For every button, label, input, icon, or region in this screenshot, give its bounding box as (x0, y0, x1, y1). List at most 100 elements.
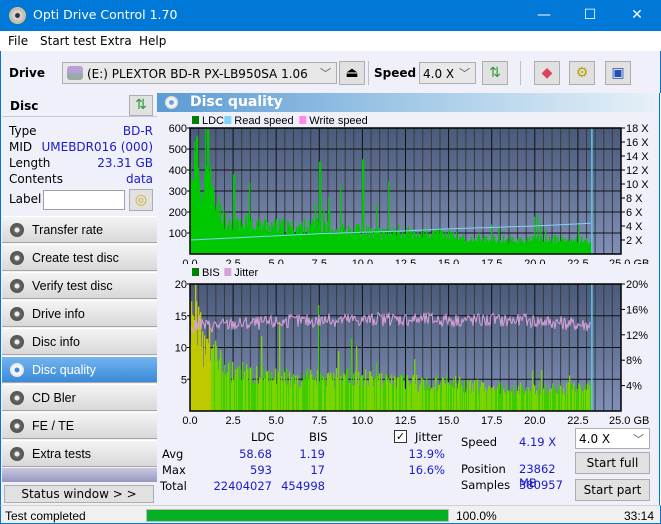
disc-contents-value: data (125, 172, 153, 186)
x-tick-label: 2.5 (225, 415, 240, 424)
nav-create-test-disc[interactable]: Create test disc (2, 244, 157, 271)
x-tick-label: 22.5 (567, 415, 588, 424)
legend-swatch (192, 116, 199, 124)
toolbar-separator (520, 61, 521, 85)
nav-cd-bler[interactable]: CD Bler (2, 384, 157, 411)
disc-type-row: Type BD-R (9, 124, 153, 140)
legend-label: Write speed (309, 115, 368, 127)
eject-icon: ⏏ (345, 65, 359, 81)
refresh-button[interactable]: ⇅ (482, 61, 508, 85)
menu-start-test[interactable]: Start test (40, 34, 96, 48)
x-tick-label: 17.5 (481, 415, 502, 424)
extra-tests-icon (10, 447, 24, 461)
y2-tick-label: 2 X (626, 235, 643, 247)
drive-info-icon (10, 307, 24, 321)
x-tick-label: 12.5 (395, 415, 416, 424)
start-full-button[interactable]: Start full (575, 452, 650, 474)
sidebar: Disc ⇅ Type BD-R MID UMEBDR016 (000) Len… (0, 93, 157, 505)
disc-mid-key: MID (9, 140, 33, 154)
toolbar-separator (368, 61, 369, 85)
speed-select[interactable]: 4.0 X ﹀ (419, 62, 476, 84)
verify-test-disc-icon (10, 279, 24, 293)
nav-verify-test-disc[interactable]: Verify test disc (2, 272, 157, 299)
speed-value: 4.0 X (423, 67, 455, 81)
app-disc-icon (9, 7, 26, 24)
nav-disc-info[interactable]: Disc info (2, 328, 157, 355)
disc-length-key: Length (9, 156, 51, 170)
disc-type-value: BD-R (122, 124, 153, 138)
disc-length-value: 23.31 GB (97, 156, 153, 170)
test-speed-select[interactable]: 4.0 X ﹀ (575, 428, 650, 449)
y-tick-label: 300 (169, 186, 187, 198)
refresh-icon: ⇅ (489, 65, 501, 81)
nav-transfer-rate[interactable]: Transfer rate (2, 216, 157, 243)
status-bar: Test completed 100.0% 33:14 (0, 505, 661, 524)
legend-label: LDC (202, 115, 224, 127)
ldc-chart: 0.0 2.5 5.0 7.5 10.0 12.5 15.0 17.5 20.0 22.5 25.0… (169, 115, 650, 264)
x-tick-label: 10.0 (352, 415, 373, 424)
start-part-button[interactable]: Start part (575, 479, 650, 501)
disc-refresh-button[interactable]: ⇅ (129, 95, 153, 116)
chevron-down-icon: ﹀ (459, 67, 470, 80)
max-jitter: 16.6% (408, 463, 445, 477)
avg-jitter: 13.9% (408, 447, 445, 461)
save-button[interactable]: ▣ (605, 61, 631, 85)
disc-label-input[interactable] (43, 190, 125, 210)
jitter-stats: ✓ Jitter 13.9% 16.6% (393, 429, 453, 489)
drive-value: (E:) PLEXTOR BD-R PX-LB950SA 1.06 (87, 67, 308, 81)
elapsed-time: 33:14 (624, 509, 655, 523)
disc-length-row: Length 23.31 GB (9, 156, 153, 172)
nav-label: Disc info (32, 335, 80, 349)
settings-button[interactable]: ⚙ (569, 61, 595, 85)
row-max-label: Max (162, 463, 186, 477)
disc-label-key: Label (9, 192, 42, 206)
drive-select[interactable]: (E:) PLEXTOR BD-R PX-LB950SA 1.06 ﹀ (62, 62, 337, 84)
settings-icon: ⚙ (575, 65, 589, 81)
y2-tick-label: 16% (626, 304, 648, 316)
y-tick-label: 20 (175, 279, 187, 291)
samples-value: 380957 (519, 478, 563, 492)
nav-drive-info[interactable]: Drive info (2, 300, 157, 327)
nav-extra-tests[interactable]: Extra tests (2, 440, 157, 467)
menu-file[interactable]: File (8, 34, 28, 48)
panel-title: Disc quality (190, 94, 283, 110)
cd-bler-icon (10, 391, 24, 405)
jitter-checkbox[interactable]: ✓ (394, 430, 407, 443)
close-button[interactable]: ✕ (614, 0, 660, 31)
disc-label-button[interactable]: ◎ (129, 189, 153, 211)
legend-swatch (224, 116, 232, 124)
chevron-down-icon: ﹀ (320, 67, 331, 80)
run-info: Speed 4.19 X Position 23862 MB Samples 3… (461, 433, 571, 493)
nav-spacer (2, 468, 157, 482)
nav-label: Drive info (32, 307, 85, 321)
legend-swatch (224, 268, 232, 276)
maximize-button[interactable]: ☐ (567, 0, 613, 31)
row-avg-label: Avg (162, 447, 184, 461)
chevron-down-icon: ﹀ (633, 433, 644, 446)
panel-header: Disc quality (157, 93, 655, 112)
menu-extra[interactable]: Extra (100, 34, 132, 48)
disc-panel: Disc ⇅ Type BD-R MID UMEBDR016 (000) Len… (2, 93, 157, 213)
status-text: Test completed (5, 509, 86, 523)
progress-percent: 100.0% (456, 509, 497, 523)
nav-label: Verify test disc (32, 279, 113, 293)
y-tick-label: 600 (169, 123, 187, 135)
x-tick-label: 7.5 (312, 415, 327, 424)
status-window-button[interactable]: Status window > > (4, 485, 154, 503)
y2-tick-label: 14 X (626, 151, 649, 163)
toolbar: Drive (E:) PLEXTOR BD-R PX-LB950SA 1.06 … (0, 51, 661, 93)
bis-jitter-chart: 0.0 2.5 5.0 7.5 10.0 12.5 15.0 17.5 20.0 22.5 25.0… (175, 267, 650, 424)
menu-help[interactable]: Help (139, 34, 166, 48)
minimize-button[interactable]: — (521, 0, 567, 31)
eject-button[interactable]: ⏏ (339, 61, 365, 85)
refresh-icon: ⇅ (135, 97, 147, 113)
y2-tick-label: 18 X (626, 123, 649, 135)
erase-button[interactable]: ◆ (534, 61, 560, 85)
nav-fe-te[interactable]: FE / TE (2, 412, 157, 439)
legend-swatch (299, 116, 307, 124)
y-tick-label: 5 (181, 374, 187, 386)
y-tick-label: 500 (169, 144, 187, 156)
nav-disc-quality[interactable]: Disc quality (2, 356, 157, 383)
nav-label: FE / TE (32, 419, 75, 433)
drive-label: Drive (9, 66, 45, 80)
